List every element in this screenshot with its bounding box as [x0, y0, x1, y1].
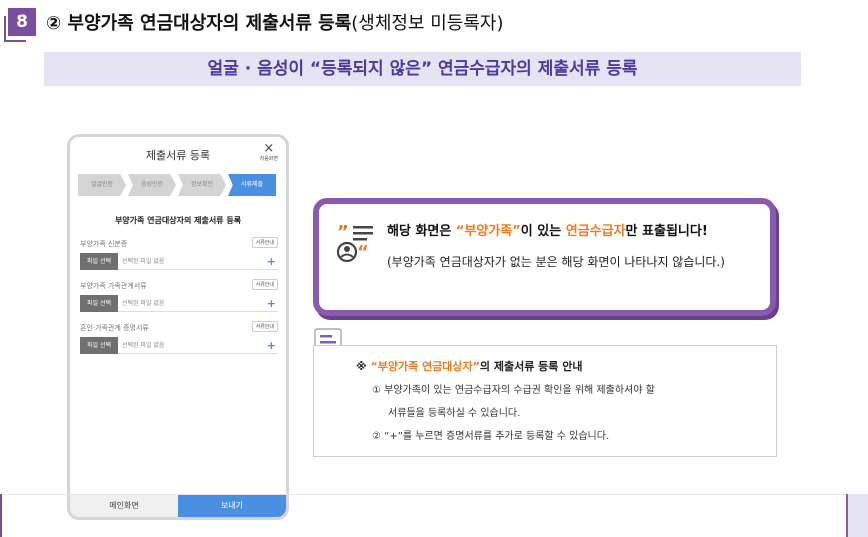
notice-title: ※ “부양가족 연금대상자”의 제출서류 등록 안내 [356, 358, 582, 374]
file-row: 파일 선택 선택된 파일 없음 + [80, 253, 278, 270]
notice-item-1-cont: 서류들을 등록하실 수 있습니다. [388, 408, 521, 419]
svg-text:“: “ [357, 242, 369, 263]
file-select-button[interactable]: 파일 선택 [80, 337, 118, 354]
close-label: 처음화면 [259, 156, 278, 162]
field-label: 혼인·가족관계 증명서류 [80, 324, 149, 332]
field-label: 부양가족 신분증 [80, 240, 128, 248]
phone-mockup: 제출서류 등록 × 처음화면 얼굴인증 음성인증 정보확인 서류제출 부양가족 … [67, 134, 289, 520]
callout-note: (부양가족 연금대상자가 없는 분은 해당 화면이 나타나지 않습니다.) [387, 255, 725, 269]
page: 8 ② 부양가족 연금대상자의 제출서류 등록(생체정보 미등록자) 얼굴 · … [0, 0, 868, 537]
page-title-sub: (생체정보 미등록자) [351, 13, 504, 34]
close-icon: × [263, 141, 275, 156]
corner-decoration [4, 40, 26, 42]
add-file-plus-icon[interactable]: + [267, 337, 276, 354]
form-heading: 부양가족 연금대상자의 제출서류 등록 [114, 216, 242, 225]
field-label: 부양가족 가족관계서류 [80, 282, 147, 290]
main-screen-button[interactable]: 메인화면 [70, 495, 178, 517]
callout-highlight: 연금수급자 [565, 224, 626, 239]
page-title-main: ② 부양가족 연금대상자의 제출서류 등록 [46, 13, 352, 34]
corner-decoration [0, 494, 2, 537]
svg-text:”: ” [337, 222, 349, 243]
callout-text: 해당 화면은 [387, 224, 456, 239]
bottom-action-bar: 메인화면 보내기 [70, 495, 286, 517]
file-status: 선택된 파일 없음 [122, 342, 165, 349]
step-face-auth: 얼굴인증 [78, 174, 126, 196]
subtitle-banner: 얼굴 · 음성이 “등록되지 않은” 연금수급자의 제출서류 등록 [44, 52, 801, 86]
notice-title-text: 의 제출서류 등록 안내 [479, 360, 583, 373]
notice-item-2: ② “+”를 누르면 증명서류를 추가로 등록할 수 있습니다. [372, 431, 610, 442]
file-select-button[interactable]: 파일 선택 [80, 253, 118, 270]
callout-text: 이 있는 [520, 224, 566, 239]
doc-guide-button[interactable]: 서류안내 [251, 321, 278, 332]
upload-field-marriage: 혼인·가족관계 증명서류 서류안내 파일 선택 선택된 파일 없음 + [80, 321, 278, 354]
step-badge: 8 [8, 8, 36, 36]
doc-guide-button[interactable]: 서류안내 [251, 279, 278, 290]
upload-field-family: 부양가족 가족관계서류 서류안내 파일 선택 선택된 파일 없음 + [80, 279, 278, 312]
step-info-check: 정보확인 [178, 174, 226, 196]
notice-box: ※ “부양가족 연금대상자”의 제출서류 등록 안내 ① 부양가족이 있는 연금… [313, 345, 777, 457]
send-button[interactable]: 보내기 [178, 495, 286, 517]
file-status: 선택된 파일 없음 [122, 258, 165, 265]
step-doc-submit: 서류제출 [228, 174, 276, 196]
corner-decoration [4, 16, 6, 42]
add-file-plus-icon[interactable]: + [267, 253, 276, 270]
close-button[interactable]: × 처음화면 [259, 141, 278, 162]
step-indicator: 얼굴인증 음성인증 정보확인 서류제출 [78, 174, 278, 196]
step-voice-auth: 음성인증 [128, 174, 176, 196]
speech-person-icon: ” “ [336, 222, 373, 263]
notice-item-1: ① 부양가족이 있는 연금수급자의 수급권 확인을 위해 제출하셔야 할 [372, 385, 655, 396]
callout-headline: 해당 화면은 “부양가족”이 있는 연금수급자만 표출됩니다! [387, 220, 708, 239]
callout-text: 만 표출됩니다! [625, 224, 708, 239]
divider [0, 494, 868, 495]
phone-screen-title: 제출서류 등록 [145, 149, 211, 162]
file-row: 파일 선택 선택된 파일 없음 + [80, 337, 278, 354]
doc-guide-button[interactable]: 서류안내 [251, 237, 278, 248]
callout-highlight: “부양가족” [455, 224, 521, 239]
notice-highlight: “부양가족 연금대상자” [370, 360, 480, 373]
corner-decoration [846, 494, 868, 537]
file-status: 선택된 파일 없음 [122, 300, 165, 307]
file-select-button[interactable]: 파일 선택 [80, 295, 118, 312]
notice-mark: ※ [356, 360, 371, 373]
add-file-plus-icon[interactable]: + [267, 295, 276, 312]
page-title: ② 부양가족 연금대상자의 제출서류 등록(생체정보 미등록자) [46, 9, 504, 35]
upload-field-id: 부양가족 신분증 서류안내 파일 선택 선택된 파일 없음 + [80, 237, 278, 270]
file-row: 파일 선택 선택된 파일 없음 + [80, 295, 278, 312]
callout-box: ” “ 해당 화면은 “부양가족”이 있는 연금수급자만 표출됩니다! (부양가… [313, 198, 776, 316]
